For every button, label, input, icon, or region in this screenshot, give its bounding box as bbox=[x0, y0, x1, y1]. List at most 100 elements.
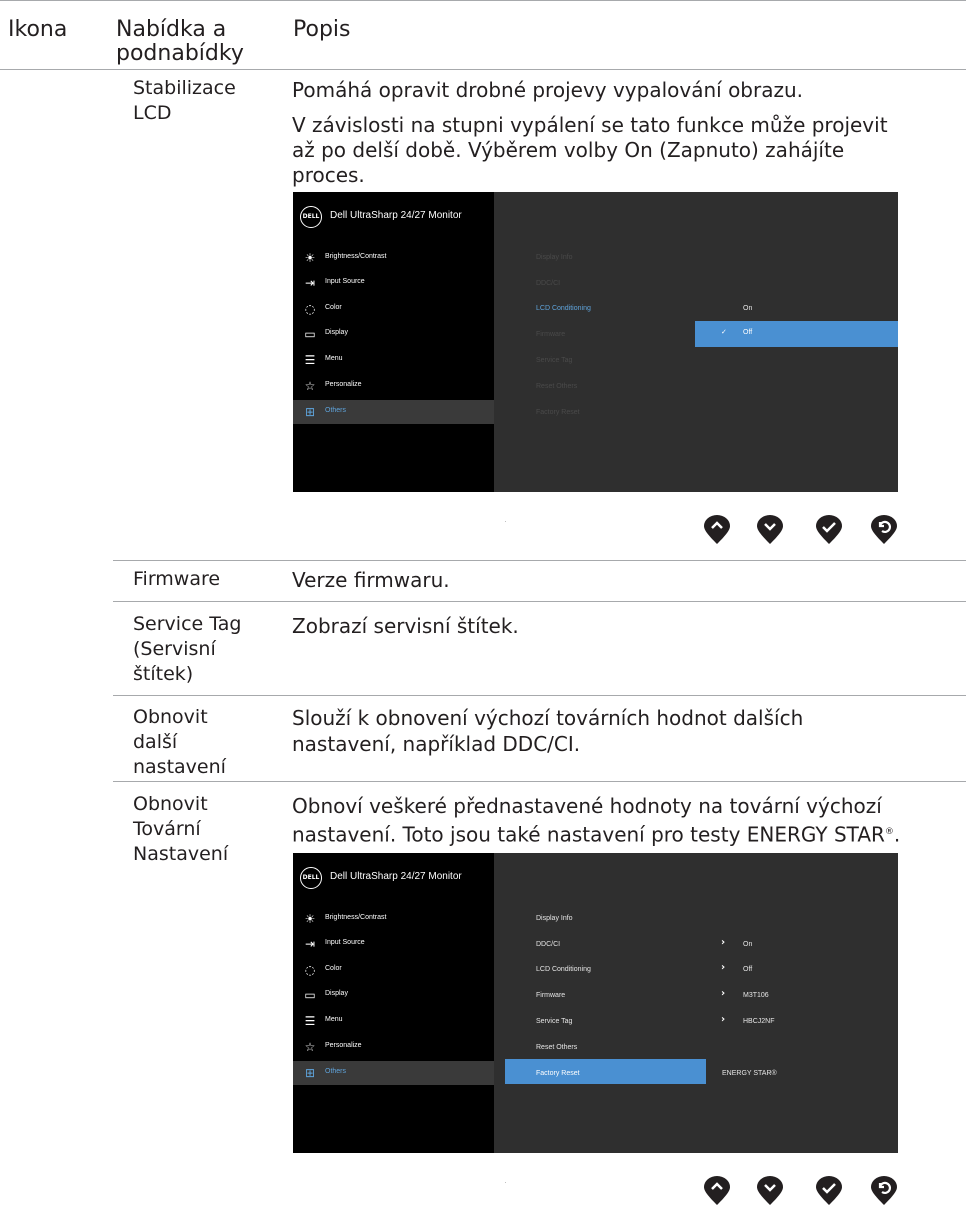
top-rule bbox=[0, 0, 966, 1]
row-factory-reset-desc-2: nastavení. Toto jsou také nastavení pro … bbox=[292, 822, 901, 847]
row-firmware-name: Firmware bbox=[133, 568, 221, 590]
osd-menu-input-source: ⇥ Input Source bbox=[304, 276, 365, 290]
row-lcd-desc-2c: proces. bbox=[292, 163, 365, 187]
row-reset-others-name-3: nastavení bbox=[133, 756, 226, 778]
osd-sub-service-tag: Service Tag bbox=[536, 357, 573, 364]
row-factory-reset-name-3: Nastavení bbox=[133, 843, 229, 865]
display-icon: ▭ bbox=[304, 327, 316, 341]
osd-sub-lcd-conditioning: LCD Conditioning bbox=[536, 305, 591, 312]
others-icon: ⊞ bbox=[304, 1066, 316, 1080]
osd-value-ddc: On bbox=[743, 941, 753, 948]
brightness-icon: ☀ bbox=[304, 912, 316, 926]
caption-dot bbox=[505, 1182, 506, 1183]
dell-logo: DELL bbox=[300, 206, 322, 228]
back-button-icon bbox=[870, 515, 898, 545]
caption-dot bbox=[505, 521, 506, 522]
osd-sub-service-tag: Service Tag bbox=[536, 1018, 573, 1025]
personalize-icon: ☆ bbox=[304, 379, 316, 393]
row-reset-others-name-2: další bbox=[133, 731, 178, 753]
chevron-right-icon: › bbox=[721, 937, 726, 948]
header-description: Popis bbox=[293, 17, 351, 42]
osd-menu-personalize: ☆ Personalize bbox=[304, 379, 362, 393]
osd-title: Dell UltraSharp 24/27 Monitor bbox=[330, 210, 462, 221]
checkmark-icon: ✓ bbox=[721, 329, 727, 336]
row-reset-others-desc-2: nastavení, například DDC/CI. bbox=[292, 732, 581, 756]
row-factory-reset-desc-1: Obnoví veškeré přednastavené hodnoty na … bbox=[292, 794, 882, 818]
ok-button-icon bbox=[815, 1176, 843, 1206]
header-menu-line1: Nabídka a bbox=[116, 17, 227, 42]
row-factory-reset-name-1: Obnovit bbox=[133, 793, 208, 815]
input-source-icon: ⇥ bbox=[304, 276, 316, 290]
registered-mark: ® bbox=[884, 827, 894, 837]
row-lcd-name-1: Stabilizace bbox=[133, 77, 236, 99]
osd-menu-others: ⊞ Others bbox=[293, 400, 494, 424]
osd-menu-display: ▭ Display bbox=[304, 988, 348, 1002]
osd-menu-brightness: ☀ Brightness/Contrast bbox=[304, 251, 387, 265]
osd-value-service-tag: HBCJ2NF bbox=[743, 1018, 775, 1025]
osd-option-on: On bbox=[743, 305, 753, 312]
display-icon: ▭ bbox=[304, 988, 316, 1002]
chevron-right-icon: › bbox=[721, 988, 726, 999]
row-rule-4 bbox=[113, 781, 966, 782]
osd-sub-display-info: Display Info bbox=[536, 915, 573, 922]
row-lcd-name-2: LCD bbox=[133, 102, 172, 124]
menu-icon: ☰ bbox=[304, 1014, 316, 1028]
osd-value-firmware: M3T106 bbox=[743, 992, 769, 999]
down-button-icon bbox=[756, 515, 784, 545]
row-reset-others-desc-1: Slouží k obnovení výchozí továrních hodn… bbox=[292, 706, 804, 730]
osd-menu-personalize: ☆ Personalize bbox=[304, 1040, 362, 1054]
row-lcd-desc-1: Pomáhá opravit drobné projevy vypalování… bbox=[292, 78, 804, 102]
others-icon: ⊞ bbox=[304, 405, 316, 419]
osd-menu-color: ◌ Color bbox=[304, 963, 342, 977]
osd-option-off: Off bbox=[743, 329, 753, 336]
osd-menu-input-source: ⇥ Input Source bbox=[304, 937, 365, 951]
osd-sub-display-info: Display Info bbox=[536, 254, 573, 261]
row-service-tag-name-1: Service Tag bbox=[133, 613, 242, 635]
color-icon: ◌ bbox=[304, 963, 316, 977]
osd-energy-star: ENERGY STAR® bbox=[722, 1070, 777, 1077]
osd-sub-reset-others: Reset Others bbox=[536, 383, 578, 390]
personalize-icon: ☆ bbox=[304, 1040, 316, 1054]
osd-sub-factory-reset: Factory Reset bbox=[536, 1070, 580, 1077]
row-reset-others-name-1: Obnovit bbox=[133, 706, 208, 728]
osd-sub-factory-reset: Factory Reset bbox=[536, 409, 580, 416]
row-rule-1 bbox=[113, 560, 966, 561]
osd-sub-firmware: Firmware bbox=[536, 992, 566, 999]
row-rule-3 bbox=[113, 695, 966, 696]
row-service-tag-desc: Zobrazí servisní štítek. bbox=[292, 614, 519, 638]
menu-icon: ☰ bbox=[304, 353, 316, 367]
row-lcd-desc-2b: až po delší době. Výběrem volby On (Zapn… bbox=[292, 138, 845, 162]
input-source-icon: ⇥ bbox=[304, 937, 316, 951]
back-button-icon bbox=[870, 1176, 898, 1206]
osd-screenshot-factory-reset: DELL Dell UltraSharp 24/27 Monitor ☀ Brig… bbox=[293, 853, 898, 1153]
osd-value-lcd: Off bbox=[743, 966, 753, 973]
header-icon: Ikona bbox=[8, 17, 68, 42]
down-button-icon bbox=[756, 1176, 784, 1206]
chevron-right-icon: › bbox=[721, 1014, 726, 1025]
up-button-icon bbox=[703, 515, 731, 545]
up-button-icon bbox=[703, 1176, 731, 1206]
osd-menu-menu: ☰ Menu bbox=[304, 1014, 343, 1028]
osd-menu-brightness: ☀ Brightness/Contrast bbox=[304, 912, 387, 926]
header-menu-line2: podnabídky bbox=[116, 41, 244, 66]
osd-sub-ddc: DDC/CI bbox=[536, 941, 561, 948]
row-factory-reset-name-2: Tovární bbox=[133, 818, 201, 840]
osd-title: Dell UltraSharp 24/27 Monitor bbox=[330, 871, 462, 882]
dell-logo: DELL bbox=[300, 867, 322, 889]
chevron-right-icon: › bbox=[721, 962, 726, 973]
osd-screenshot-lcd-conditioning: DELL Dell UltraSharp 24/27 Monitor ☀ Brig… bbox=[293, 192, 898, 492]
osd-menu-color: ◌ Color bbox=[304, 302, 342, 316]
brightness-icon: ☀ bbox=[304, 251, 316, 265]
osd-sub-firmware: Firmware bbox=[536, 331, 566, 338]
osd-menu-menu: ☰ Menu bbox=[304, 353, 343, 367]
osd-sub-ddc: DDC/CI bbox=[536, 280, 561, 287]
ok-button-icon bbox=[815, 515, 843, 545]
color-icon: ◌ bbox=[304, 302, 316, 316]
osd-sub-reset-others: Reset Others bbox=[536, 1044, 578, 1051]
header-rule bbox=[0, 69, 966, 70]
row-firmware-desc: Verze firmwaru. bbox=[292, 568, 450, 592]
row-rule-2 bbox=[113, 601, 966, 602]
osd-menu-display: ▭ Display bbox=[304, 327, 348, 341]
row-service-tag-name-3: štítek) bbox=[133, 663, 194, 685]
row-lcd-desc-2a: V závislosti na stupni vypálení se tato … bbox=[292, 113, 888, 137]
